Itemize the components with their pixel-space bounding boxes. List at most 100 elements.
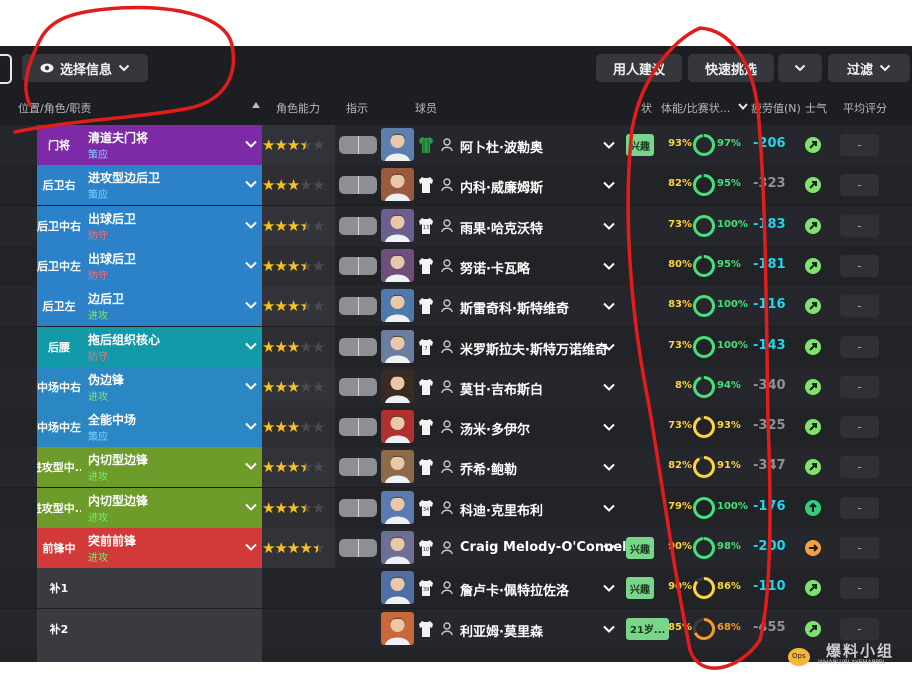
table-row[interactable]: 后卫中右 出球后卫 防守 ★★★★★ 13 雨果·哈克沃特 73% 100% -…: [0, 205, 912, 246]
player-name[interactable]: 内科·威廉姆斯: [460, 177, 543, 196]
player-name[interactable]: 利亚姆·莫里森: [460, 621, 543, 640]
header-position[interactable]: 位置/角色/职责: [18, 100, 91, 116]
header-status[interactable]: 状: [641, 100, 652, 116]
table-row[interactable]: [0, 648, 912, 662]
avg-rating-cell[interactable]: -: [840, 577, 879, 600]
player-avatar[interactable]: [381, 410, 414, 444]
player-avatar[interactable]: [381, 571, 414, 605]
player-dropdown-chevron-icon[interactable]: [602, 178, 616, 192]
table-row[interactable]: 后卫右 进攻型边后卫 策应 ★★★★★ 内科·威廉姆斯 82% 95% -323: [0, 165, 912, 206]
player-avatar[interactable]: [381, 329, 414, 363]
avg-rating-cell[interactable]: -: [840, 134, 879, 156]
player-avatar[interactable]: [381, 490, 414, 524]
avg-rating-cell[interactable]: -: [840, 295, 879, 318]
chevron-down-icon[interactable]: [738, 103, 748, 110]
player-dropdown-chevron-icon[interactable]: [602, 541, 616, 555]
position-role-cell[interactable]: [37, 648, 262, 662]
header-avg-rating[interactable]: 平均评分: [843, 100, 887, 116]
position-role-cell[interactable]: 进攻型中... 内切型边锋 进攻: [37, 447, 262, 488]
role-dropdown-chevron-icon[interactable]: [244, 137, 258, 151]
avg-rating-cell[interactable]: -: [840, 537, 879, 559]
player-avatar[interactable]: [381, 168, 414, 202]
table-row[interactable]: 补1 39 詹卢卡·佩特拉佐洛 兴趣 90% 86% -110 -: [0, 568, 912, 609]
position-role-cell[interactable]: 进攻型中... 内切型边锋 进攻: [37, 487, 262, 528]
header-fitness-match[interactable]: 体能/比赛状...: [661, 100, 730, 116]
player-dropdown-chevron-icon[interactable]: [602, 380, 616, 394]
avg-rating-cell[interactable]: -: [840, 214, 879, 237]
instructions-button[interactable]: [339, 256, 377, 275]
position-role-cell[interactable]: 补1: [37, 568, 262, 609]
player-name[interactable]: 斯雷奇科·斯特维奇: [460, 298, 569, 317]
player-avatar[interactable]: [381, 531, 414, 564]
sort-ascending-icon[interactable]: [252, 102, 260, 108]
left-panel-toggle[interactable]: [0, 54, 12, 84]
player-dropdown-chevron-icon[interactable]: [602, 420, 616, 434]
table-row[interactable]: 前锋中 突前前锋 进攻 ★★★★★ 10 Craig Melody-O'Conn…: [0, 528, 912, 568]
position-role-cell[interactable]: 后腰 拖后组织核心 防守: [37, 326, 262, 367]
table-row[interactable]: 中场中左 全能中场 策应 ★★★★★ 汤米·多伊尔 73% 93% -325 -: [0, 407, 912, 448]
table-row[interactable]: 后卫中左 出球后卫 防守 ★★★★★ 努诺·卡瓦略 80% 95% -181 -: [0, 245, 912, 286]
player-avatar[interactable]: [381, 611, 414, 645]
avg-rating-cell[interactable]: -: [840, 416, 879, 439]
avg-rating-cell[interactable]: -: [840, 496, 879, 519]
player-avatar[interactable]: [381, 248, 414, 282]
instructions-button[interactable]: [339, 136, 377, 154]
filter-button[interactable]: 过滤: [828, 54, 910, 82]
table-row[interactable]: 补2 利亚姆·莫里森 21岁... 85% 68% -455 -: [0, 608, 912, 649]
player-name[interactable]: 雨果·哈克沃特: [460, 218, 543, 237]
role-dropdown-chevron-icon[interactable]: [244, 258, 258, 272]
quick-pick-button[interactable]: 快速挑选: [688, 54, 774, 82]
instructions-button[interactable]: [339, 539, 377, 557]
position-role-cell[interactable]: 后卫中右 出球后卫 防守: [37, 205, 262, 246]
avg-rating-cell[interactable]: -: [840, 335, 879, 358]
table-row[interactable]: 进攻型中... 内切型边锋 进攻 ★★★★★ 乔希·鲍勒 82% 91% -34…: [0, 447, 912, 488]
player-name[interactable]: 米罗斯拉夫·斯特万诺维奇: [460, 339, 608, 358]
avg-rating-cell[interactable]: -: [840, 375, 879, 398]
position-role-cell[interactable]: 中场中左 全能中场 策应: [37, 407, 262, 448]
player-dropdown-chevron-icon[interactable]: [602, 501, 616, 515]
header-morale[interactable]: 士气: [805, 100, 827, 116]
player-dropdown-chevron-icon[interactable]: [602, 622, 616, 636]
role-dropdown-chevron-icon[interactable]: [244, 298, 258, 312]
position-role-cell[interactable]: 中场中右 伪边锋 进攻: [37, 366, 262, 407]
table-row[interactable]: 中场中右 伪边锋 进攻 ★★★★★ 莫甘·吉布斯白 8% 94% -340 -: [0, 366, 912, 407]
role-dropdown-chevron-icon[interactable]: [244, 459, 258, 473]
avg-rating-cell[interactable]: -: [840, 456, 879, 479]
header-role-ability[interactable]: 角色能力: [276, 100, 320, 116]
player-name[interactable]: 詹卢卡·佩特拉佐洛: [460, 580, 569, 599]
instructions-button[interactable]: [339, 176, 377, 195]
avg-rating-cell[interactable]: -: [840, 617, 879, 640]
player-avatar[interactable]: [381, 450, 414, 484]
instructions-button[interactable]: [339, 498, 377, 517]
role-dropdown-chevron-icon[interactable]: [244, 218, 258, 232]
role-dropdown-chevron-icon[interactable]: [244, 419, 258, 433]
header-instruction[interactable]: 指示: [346, 100, 368, 116]
avg-rating-cell[interactable]: -: [840, 174, 879, 197]
position-role-cell[interactable]: 后卫右 进攻型边后卫 策应: [37, 165, 262, 206]
staff-suggestion-button[interactable]: 用人建议: [596, 54, 682, 82]
player-avatar[interactable]: [381, 289, 414, 323]
player-dropdown-chevron-icon[interactable]: [602, 299, 616, 313]
avg-rating-cell[interactable]: -: [840, 254, 879, 277]
table-row[interactable]: 后腰 拖后组织核心 防守 ★★★★★ 7 米罗斯拉夫·斯特万诺维奇 73% 10…: [0, 326, 912, 367]
header-player[interactable]: 球员: [415, 100, 437, 116]
player-avatar[interactable]: [381, 128, 414, 161]
player-name[interactable]: 汤米·多伊尔: [460, 419, 530, 438]
instructions-button[interactable]: [339, 377, 377, 396]
select-info-button[interactable]: 选择信息: [22, 54, 148, 82]
player-name[interactable]: 科迪·克里布利: [460, 500, 543, 519]
player-name[interactable]: 努诺·卡瓦略: [460, 258, 530, 277]
table-row[interactable]: 门将 清道夫门将 策应 ★★★★★ 阿卜杜·波勒奥 兴趣 93% 97% -20…: [0, 125, 912, 165]
role-dropdown-chevron-icon[interactable]: [244, 379, 258, 393]
instructions-button[interactable]: [339, 458, 377, 477]
player-dropdown-chevron-icon[interactable]: [602, 581, 616, 595]
position-role-cell[interactable]: 后卫左 边后卫 进攻: [37, 286, 262, 327]
role-dropdown-chevron-icon[interactable]: [244, 339, 258, 353]
table-row[interactable]: 后卫左 边后卫 进攻 ★★★★★ 斯雷奇科·斯特维奇 83% 100% -116: [0, 286, 912, 327]
instructions-button[interactable]: [339, 216, 377, 235]
player-dropdown-chevron-icon[interactable]: [602, 259, 616, 273]
player-dropdown-chevron-icon[interactable]: [602, 219, 616, 233]
player-avatar[interactable]: [381, 369, 414, 403]
position-role-cell[interactable]: 后卫中左 出球后卫 防守: [37, 245, 262, 286]
position-role-cell[interactable]: 门将 清道夫门将 策应: [37, 125, 262, 165]
